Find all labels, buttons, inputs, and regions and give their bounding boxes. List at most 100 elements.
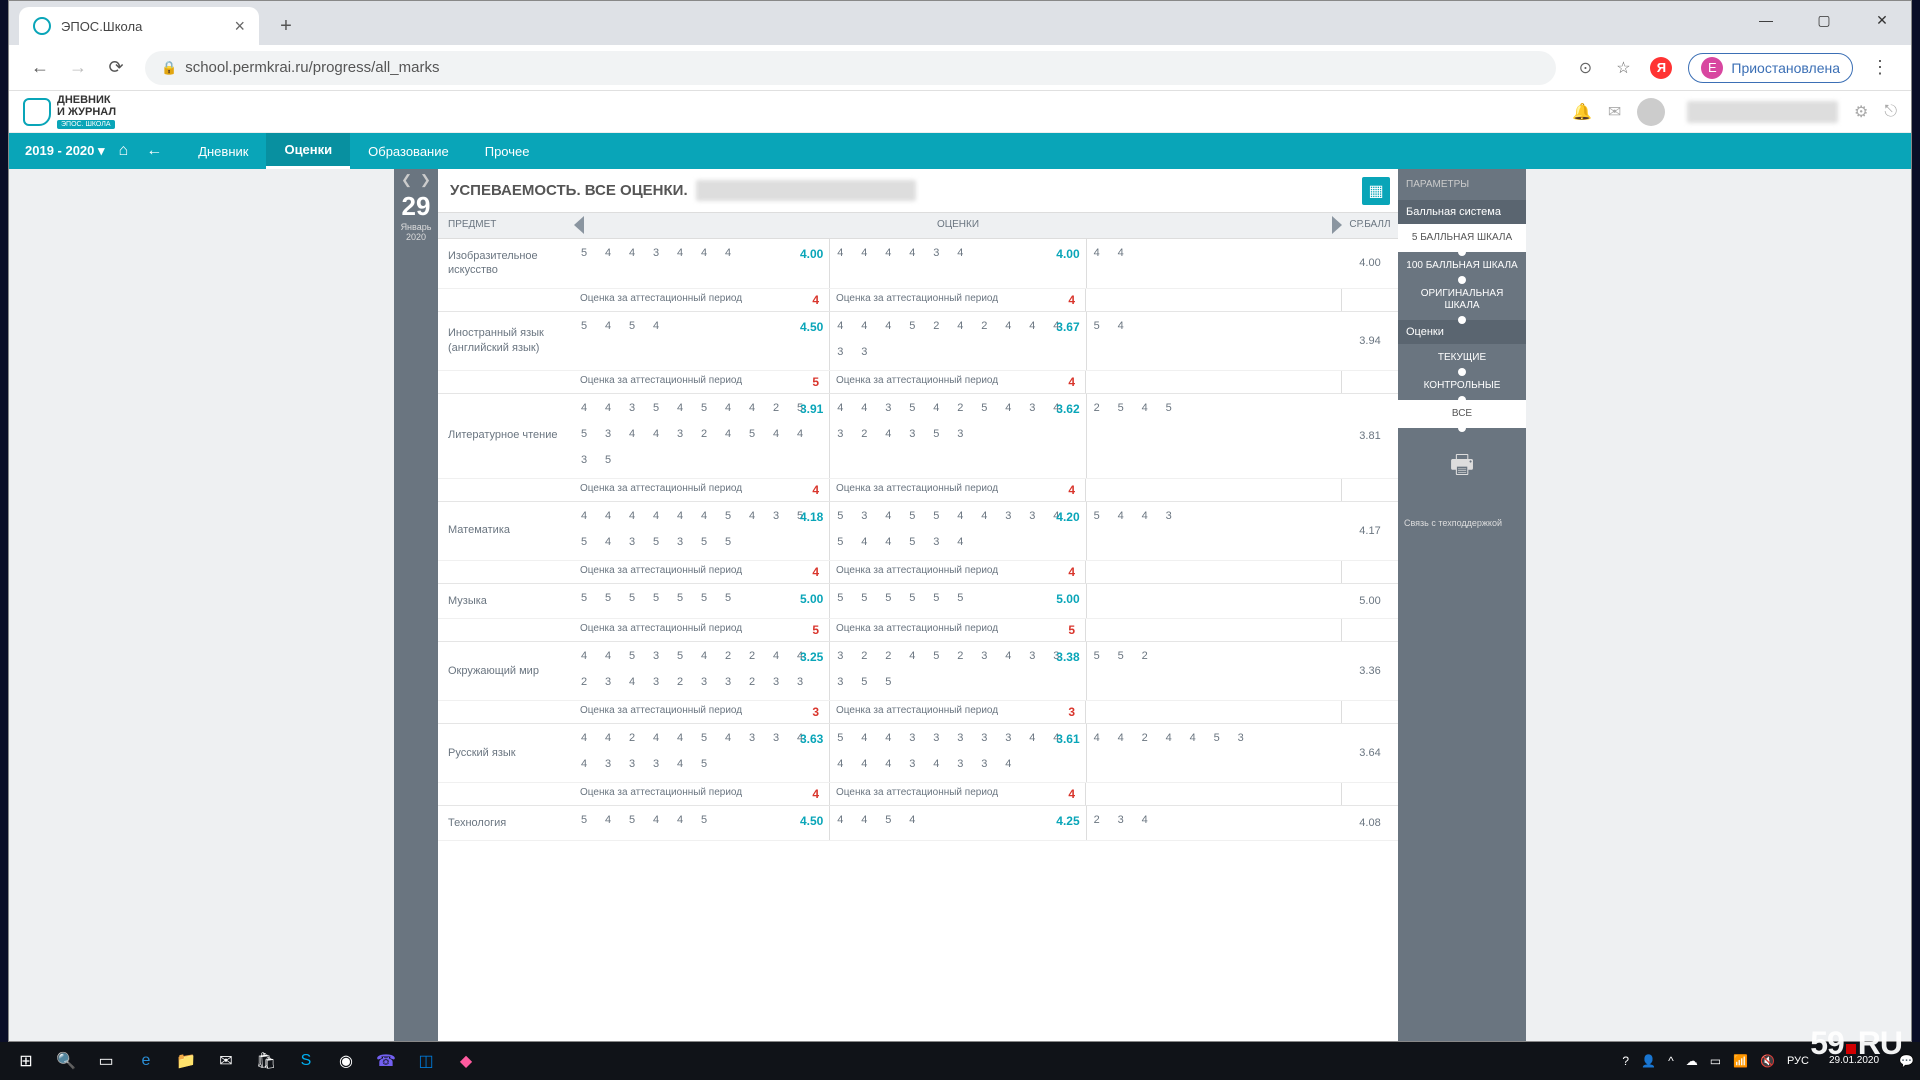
menu-item-2[interactable]: Образование <box>350 133 467 169</box>
grade[interactable]: 5 <box>836 510 844 522</box>
grade[interactable]: 3 <box>652 247 660 259</box>
grade[interactable]: 4 <box>956 320 964 332</box>
grade[interactable]: 4 <box>700 650 708 662</box>
app-icon[interactable]: ◆ <box>446 1044 486 1078</box>
grade[interactable]: 3 <box>980 758 988 770</box>
grade[interactable]: 4 <box>1004 650 1012 662</box>
grade[interactable]: 4 <box>676 732 684 744</box>
menu-back-icon[interactable]: ← <box>146 142 162 160</box>
grade[interactable]: 3 <box>676 536 684 548</box>
grade[interactable]: 4 <box>772 650 780 662</box>
grade[interactable]: 5 <box>884 676 892 688</box>
grade[interactable]: 4 <box>676 758 684 770</box>
grade[interactable]: 3 <box>724 676 732 688</box>
grade[interactable]: 4 <box>1093 247 1101 259</box>
grade[interactable]: 4 <box>628 510 636 522</box>
grade[interactable]: 3 <box>772 732 780 744</box>
grade[interactable]: 4 <box>652 320 660 332</box>
grade[interactable]: 4 <box>1117 732 1125 744</box>
grade[interactable]: 4 <box>860 536 868 548</box>
grade[interactable]: 3 <box>700 676 708 688</box>
grade[interactable]: 4 <box>1028 732 1036 744</box>
grade[interactable]: 3 <box>1028 510 1036 522</box>
grade[interactable]: 4 <box>700 247 708 259</box>
grade[interactable]: 4 <box>860 814 868 826</box>
grade[interactable]: 4 <box>604 402 612 414</box>
grade[interactable]: 4 <box>932 402 940 414</box>
grade[interactable]: 4 <box>724 732 732 744</box>
grade[interactable]: 4 <box>796 428 804 440</box>
grade[interactable]: 4 <box>956 510 964 522</box>
minimize-button[interactable]: — <box>1737 1 1795 39</box>
grade[interactable]: 5 <box>652 402 660 414</box>
grade[interactable]: 3 <box>836 650 844 662</box>
grade[interactable]: 3 <box>836 428 844 440</box>
grade[interactable]: 5 <box>652 536 660 548</box>
grade[interactable]: 4 <box>884 320 892 332</box>
grade[interactable]: 2 <box>1093 402 1101 414</box>
grade[interactable]: 3 <box>1028 650 1036 662</box>
chrome-icon[interactable]: ◉ <box>326 1044 366 1078</box>
grade[interactable]: 3 <box>1004 732 1012 744</box>
grade[interactable]: 3 <box>908 732 916 744</box>
grade[interactable]: 4 <box>652 510 660 522</box>
grade[interactable]: 5 <box>908 510 916 522</box>
grade[interactable]: 4 <box>628 676 636 688</box>
grade[interactable]: 4 <box>604 320 612 332</box>
grade[interactable]: 4 <box>836 320 844 332</box>
grade[interactable]: 4 <box>580 650 588 662</box>
grade[interactable]: 3 <box>884 402 892 414</box>
grade[interactable]: 5 <box>1213 732 1221 744</box>
grade[interactable]: 5 <box>700 402 708 414</box>
grade[interactable]: 5 <box>956 592 964 604</box>
grade[interactable]: 2 <box>1093 814 1101 826</box>
logout-icon[interactable]: ⎋ <box>1884 103 1897 121</box>
bell-icon[interactable]: 🔔 <box>1572 102 1592 122</box>
filter-option[interactable]: ТЕКУЩИЕ <box>1398 344 1526 372</box>
grade[interactable]: 4 <box>884 428 892 440</box>
grade[interactable]: 4 <box>772 428 780 440</box>
grade[interactable]: 5 <box>908 320 916 332</box>
task-view-icon[interactable]: ▭ <box>86 1044 126 1078</box>
grade[interactable]: 4 <box>932 758 940 770</box>
url-input[interactable]: 🔒 school.permkrai.ru/progress/all_marks <box>145 51 1556 85</box>
grade[interactable]: 5 <box>884 592 892 604</box>
grade[interactable]: 5 <box>628 650 636 662</box>
grade[interactable]: 4 <box>860 758 868 770</box>
grade[interactable]: 4 <box>1093 732 1101 744</box>
help-tray-icon[interactable]: ? <box>1622 1054 1629 1068</box>
grade[interactable]: 4 <box>604 247 612 259</box>
grade[interactable]: 5 <box>748 428 756 440</box>
grade[interactable]: 5 <box>1117 650 1125 662</box>
bookmark-star-icon[interactable]: ☆ <box>1609 54 1637 82</box>
grade[interactable]: 4 <box>836 247 844 259</box>
grade[interactable]: 3 <box>1117 814 1125 826</box>
grade[interactable]: 4 <box>908 650 916 662</box>
grade[interactable]: 2 <box>724 650 732 662</box>
grade[interactable]: 2 <box>860 650 868 662</box>
grade[interactable]: 5 <box>932 592 940 604</box>
settings-icon[interactable]: ⚙ <box>1854 102 1868 122</box>
grade[interactable]: 3 <box>652 650 660 662</box>
header-marks[interactable]: ОЦЕНКИ <box>574 213 1342 238</box>
grade[interactable]: 4 <box>908 247 916 259</box>
grade[interactable]: 5 <box>652 592 660 604</box>
date-nav[interactable]: ❮❯ <box>394 169 438 191</box>
battery-icon[interactable]: ▭ <box>1710 1054 1721 1068</box>
grade[interactable]: 3 <box>796 676 804 688</box>
grade[interactable]: 3 <box>1237 732 1245 744</box>
grade[interactable]: 3 <box>932 247 940 259</box>
store-icon[interactable]: 🛍 <box>246 1044 286 1078</box>
grade[interactable]: 4 <box>604 814 612 826</box>
grade[interactable]: 4 <box>676 402 684 414</box>
menu-item-1[interactable]: Оценки <box>266 133 350 169</box>
grade[interactable]: 4 <box>1117 247 1125 259</box>
grade[interactable]: 3 <box>980 650 988 662</box>
grade[interactable]: 4 <box>860 320 868 332</box>
reload-button[interactable]: ⟳ <box>103 55 129 81</box>
grade[interactable]: 4 <box>836 758 844 770</box>
grade[interactable]: 4 <box>580 732 588 744</box>
grade[interactable]: 4 <box>580 758 588 770</box>
grade[interactable]: 5 <box>932 510 940 522</box>
grade[interactable]: 5 <box>676 650 684 662</box>
